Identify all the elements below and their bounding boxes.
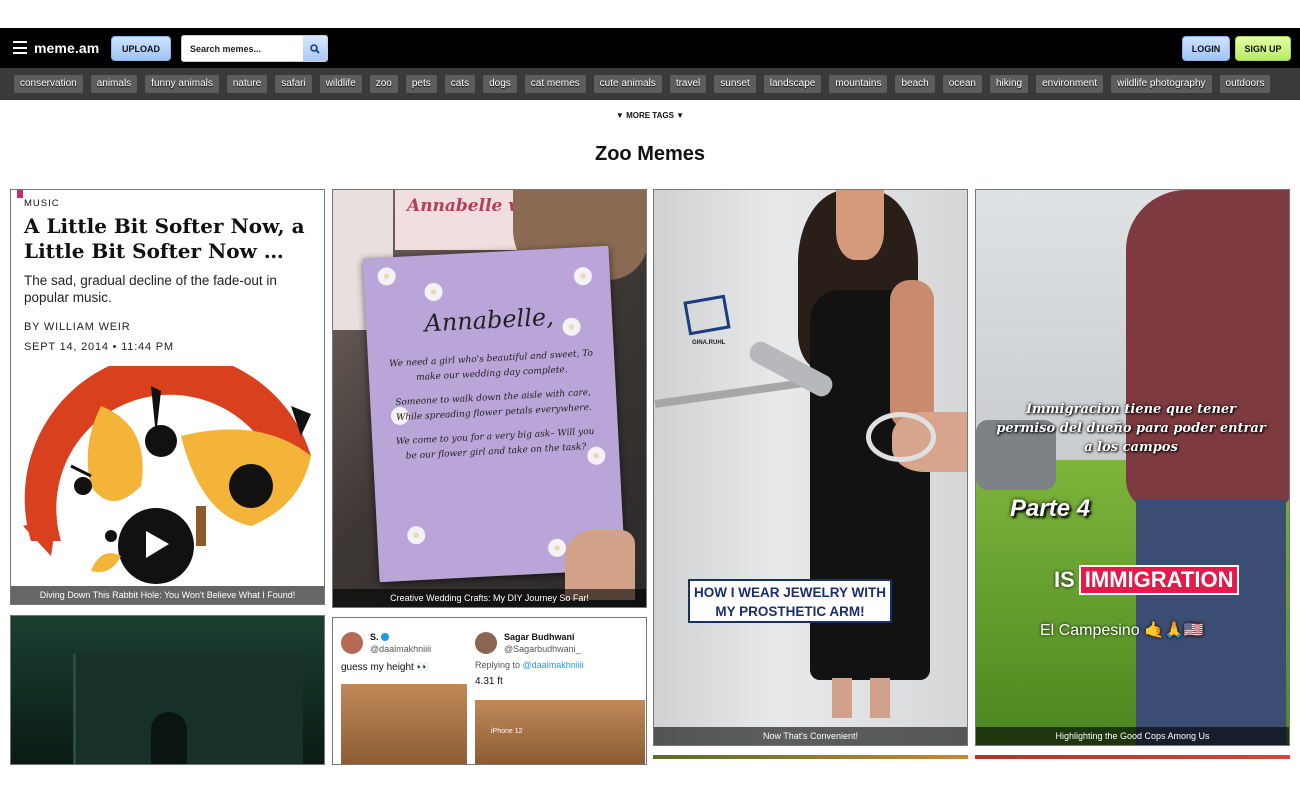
signup-button[interactable]: SIGN UP bbox=[1235, 36, 1291, 61]
navbar: meme.am UPLOAD LOGIN SIGN UP bbox=[0, 28, 1300, 68]
search-icon bbox=[310, 43, 320, 54]
poem-stanza: We come to you for a very big ask– Will … bbox=[395, 426, 595, 462]
tag-sunset[interactable]: sunset bbox=[714, 75, 756, 93]
tweet-text: 4.31 ft bbox=[475, 676, 503, 687]
is-label: IS bbox=[1054, 567, 1075, 592]
person-shirt bbox=[1126, 190, 1289, 510]
tag-environment[interactable]: environment bbox=[1036, 75, 1104, 93]
tweet-user-name: S. bbox=[370, 632, 379, 642]
arm bbox=[890, 280, 934, 430]
tag-beach[interactable]: beach bbox=[895, 75, 935, 93]
face bbox=[836, 190, 884, 260]
avatar bbox=[341, 632, 363, 654]
tag-funny-animals[interactable]: funny animals bbox=[145, 75, 219, 93]
tweet-user-handle: @Sagarbudhwani_ bbox=[504, 644, 581, 654]
tag-travel[interactable]: travel bbox=[669, 75, 707, 93]
replying-to-label: Replying to bbox=[475, 660, 521, 670]
card-caption: Now That's Convenient! bbox=[654, 727, 967, 745]
search-box bbox=[181, 35, 328, 62]
search-button[interactable] bbox=[303, 36, 327, 61]
brand-logo bbox=[683, 294, 731, 336]
immigration-box: IMMIGRATION bbox=[1078, 565, 1240, 595]
flower-decoration bbox=[377, 266, 397, 286]
iphone-label: iPhone 12 bbox=[491, 728, 523, 735]
upload-button[interactable]: UPLOAD bbox=[111, 36, 171, 61]
immigration-label: IS IMMIGRATION bbox=[1054, 564, 1240, 596]
tag-cats[interactable]: cats bbox=[444, 75, 476, 93]
card-caption: Highlighting the Good Cops Among Us bbox=[976, 727, 1289, 745]
tag-ocean[interactable]: ocean bbox=[942, 75, 982, 93]
leg bbox=[832, 678, 852, 718]
replying-to-handle: @daalmakhniiii bbox=[522, 660, 584, 670]
meme-card[interactable]: S. @daalmakhniiii guess my height 👀 Saga… bbox=[332, 617, 647, 765]
overlay-text-part: Parte 4 bbox=[1010, 495, 1091, 522]
meme-card[interactable]: GINA.RUHL HOW I WEAR JEWELRY WITH MY PRO… bbox=[653, 189, 968, 746]
brand-logo-text: GINA.RUHL bbox=[692, 340, 726, 346]
tag-mountains[interactable]: mountains bbox=[829, 75, 888, 93]
tag-wildlife-photography[interactable]: wildlife photography bbox=[1111, 75, 1212, 93]
verified-icon bbox=[381, 633, 389, 641]
bangle bbox=[866, 412, 936, 462]
meme-card-partial[interactable] bbox=[975, 755, 1290, 759]
tag-cute-animals[interactable]: cute animals bbox=[593, 75, 662, 93]
meme-card[interactable]: MUSIC A Little Bit Softer Now, a Little … bbox=[10, 189, 325, 605]
flower-decoration bbox=[573, 266, 593, 286]
doorway bbox=[73, 654, 303, 764]
tag-bar: conservation animals funny animals nature sa… bbox=[0, 68, 1300, 100]
article-headline: A Little Bit Softer Now, a Little Bit So… bbox=[24, 214, 305, 263]
poem-stanza: We need a girl who's beautiful and sweet… bbox=[388, 348, 594, 384]
article-dek: The sad, gradual decline of the fade-out… bbox=[24, 273, 277, 305]
tag-landscape[interactable]: landscape bbox=[763, 75, 822, 93]
tag-wildlife[interactable]: wildlife bbox=[319, 75, 362, 93]
flower-decoration bbox=[424, 282, 443, 302]
tag-cat-memes[interactable]: cat memes bbox=[524, 75, 586, 93]
card-caption: Creative Wedding Crafts: My DIY Journey … bbox=[333, 589, 646, 607]
flower-decoration bbox=[547, 538, 567, 558]
tag-pets[interactable]: pets bbox=[405, 75, 437, 93]
tweet-text: guess my height 👀 bbox=[341, 662, 430, 673]
flower-decoration bbox=[406, 525, 426, 545]
tweet-user-handle: @daalmakhniiii bbox=[370, 644, 432, 654]
meme-card[interactable]: Immigracion tiene que tener permiso del … bbox=[975, 189, 1290, 746]
meme-card[interactable]: Annabelle will you be Annabelle, We need… bbox=[332, 189, 647, 608]
tag-safari[interactable]: safari bbox=[275, 75, 312, 93]
search-input[interactable] bbox=[182, 36, 304, 61]
meme-card[interactable] bbox=[10, 615, 325, 765]
avatar bbox=[475, 632, 497, 654]
more-tags-toggle[interactable]: ▼ MORE TAGS ▼ bbox=[0, 111, 1300, 120]
card-caption: Diving Down This Rabbit Hole: You Won't … bbox=[11, 586, 324, 604]
tag-nature[interactable]: nature bbox=[226, 75, 268, 93]
tag-conservation[interactable]: conservation bbox=[14, 75, 83, 93]
login-button[interactable]: LOGIN bbox=[1182, 36, 1230, 61]
overlay-text-spanish: Immigracion tiene que tener permiso del … bbox=[996, 402, 1266, 455]
site-logo[interactable]: meme.am bbox=[34, 40, 99, 56]
meme-card-partial[interactable] bbox=[653, 755, 968, 759]
page-title: Zoo Memes bbox=[594, 143, 706, 165]
tag-dogs[interactable]: dogs bbox=[483, 75, 517, 93]
tag-list: conservation animals funny animals nature sa… bbox=[14, 75, 1271, 93]
video-overlay-text: HOW I WEAR JEWELRY WITH MY PROSTHETIC AR… bbox=[688, 579, 892, 623]
hamburger-menu-icon[interactable] bbox=[13, 41, 27, 54]
leg bbox=[870, 678, 890, 718]
tag-animals[interactable]: animals bbox=[90, 75, 138, 93]
campesino-label: El Campesino 🤙🙏🇺🇸 bbox=[1040, 622, 1204, 639]
music-illustration bbox=[23, 366, 311, 584]
tag-outdoors[interactable]: outdoors bbox=[1219, 75, 1271, 93]
tag-zoo[interactable]: zoo bbox=[369, 75, 398, 93]
silhouette bbox=[151, 712, 187, 764]
article-kicker: MUSIC bbox=[24, 198, 60, 209]
tweet-image bbox=[341, 684, 467, 764]
tag-hiking[interactable]: hiking bbox=[989, 75, 1029, 93]
brand-mark bbox=[17, 190, 23, 198]
top-spacer bbox=[0, 0, 1300, 28]
card-poem: We need a girl who's beautiful and sweet… bbox=[386, 347, 602, 475]
tweet-user-name: Sagar Budhwani bbox=[504, 632, 575, 642]
poem-stanza: Someone to walk down the aisle with care… bbox=[395, 387, 593, 424]
article-date: SEPT 14, 2014 • 11:44 PM bbox=[24, 341, 174, 353]
replying-to: Replying to @daalmakhniiii bbox=[475, 660, 584, 670]
article-byline: BY WILLIAM WEIR bbox=[24, 321, 131, 333]
